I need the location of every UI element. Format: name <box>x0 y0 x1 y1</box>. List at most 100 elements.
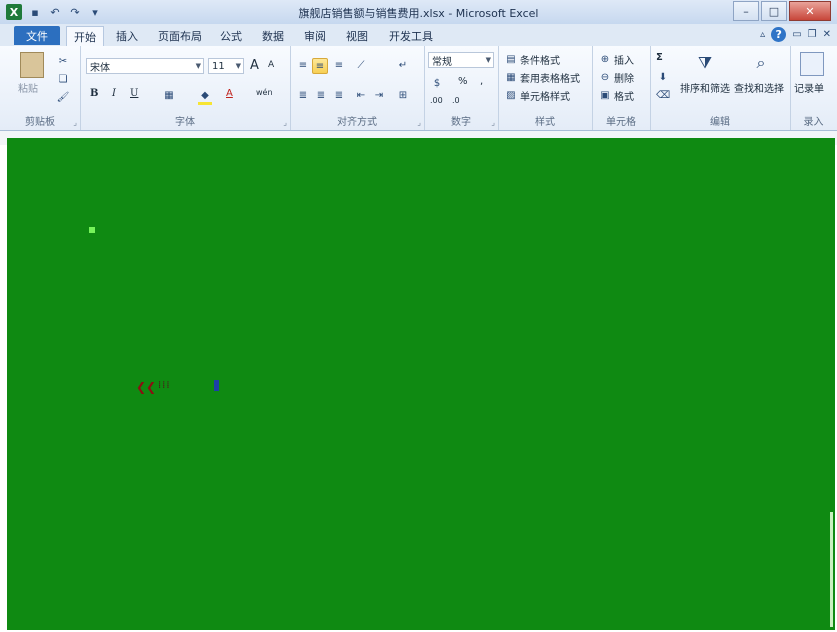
maximize-button[interactable]: □ <box>761 1 787 21</box>
align-middle-icon[interactable]: ≡ <box>312 58 328 74</box>
fill-icon[interactable]: ⬇ <box>656 70 670 84</box>
tab-home[interactable]: 开始 <box>66 26 104 46</box>
cell-styles-button[interactable]: ▨ 单元格样式 <box>504 88 570 103</box>
artifact-blue-mark <box>214 380 219 391</box>
table-icon: ▦ <box>506 72 516 83</box>
form-icon[interactable] <box>800 52 824 76</box>
format-painter-icon[interactable]: 🖌 <box>56 90 70 104</box>
artifact-dots: ⁞⁞⁞ <box>158 380 171 391</box>
font-name-select[interactable]: 宋体 ▼ <box>86 58 204 74</box>
conditional-format-button[interactable]: ▤ 条件格式 <box>504 52 560 67</box>
form-button[interactable]: 记录单 <box>794 80 824 95</box>
italic-button[interactable]: I <box>112 88 116 99</box>
insert-cells-button[interactable]: ⊕ 插入 <box>598 52 634 67</box>
bold-button[interactable]: B <box>90 88 98 99</box>
align-center-icon[interactable]: ≣ <box>314 88 328 102</box>
paste-button[interactable] <box>20 52 44 78</box>
delete-label: 删除 <box>614 74 634 85</box>
font-color-button[interactable]: A <box>226 88 233 99</box>
merge-center-icon[interactable]: ⊞ <box>396 88 410 102</box>
shrink-font-button[interactable]: A <box>268 60 274 70</box>
window-controls: – □ ✕ <box>733 1 831 21</box>
editing-group-label: 编辑 <box>710 117 730 128</box>
tab-review[interactable]: 审阅 <box>300 26 330 45</box>
tab-view[interactable]: 视图 <box>342 26 372 45</box>
orientation-icon[interactable]: ⟋ <box>354 58 368 72</box>
styles-group-label: 样式 <box>535 117 555 128</box>
clear-icon[interactable]: ⌫ <box>656 88 670 102</box>
decrease-indent-icon[interactable]: ⇤ <box>354 88 368 102</box>
phonetic-button[interactable]: wén <box>256 88 273 97</box>
ribbon: 粘贴 ✂ ❏ 🖌 剪贴板 ⌟ 宋体 ▼ 11 ▼ A A B I U ▦ ◆ A w… <box>0 46 837 131</box>
close-button[interactable]: ✕ <box>789 1 831 21</box>
increase-decimal-button[interactable]: .00 <box>430 96 443 105</box>
selection-marker <box>89 227 95 233</box>
tab-developer[interactable]: 开发工具 <box>384 26 438 45</box>
align-top-icon[interactable]: ≡ <box>296 58 310 72</box>
record-group-label: 录入 <box>803 117 824 128</box>
group-styles: ▤ 条件格式 ▦ 套用表格格式 ▨ 单元格样式 样式 <box>498 46 593 130</box>
group-number: 常规 ▼ $ % , .00 .0 数字 ⌟ <box>424 46 499 130</box>
tab-page-layout[interactable]: 页面布局 <box>152 26 208 45</box>
insert-icon: ⊕ <box>600 54 610 65</box>
paste-label: 粘贴 <box>18 84 38 95</box>
align-right-icon[interactable]: ≣ <box>332 88 346 102</box>
number-launcher-icon[interactable]: ⌟ <box>491 118 495 127</box>
help-icon[interactable]: ? <box>771 27 787 42</box>
number-format-select[interactable]: 常规 ▼ <box>428 52 494 68</box>
font-group-label: 字体 <box>175 117 195 128</box>
underline-button[interactable]: U <box>130 88 138 99</box>
sort-filter-button[interactable]: 排序和筛选 <box>680 80 730 95</box>
format-as-table-button[interactable]: ▦ 套用表格格式 <box>504 70 580 85</box>
clipboard-launcher-icon[interactable]: ⌟ <box>73 118 77 127</box>
sort-filter-icon[interactable]: ⧩ <box>694 52 716 74</box>
workbook-minimize-icon[interactable]: ▭ <box>792 29 801 40</box>
tab-formulas[interactable]: 公式 <box>216 26 246 45</box>
font-name-value: 宋体 <box>90 62 110 74</box>
font-size-select[interactable]: 11 ▼ <box>208 58 244 74</box>
number-format-value: 常规 <box>432 56 452 68</box>
conditional-format-label: 条件格式 <box>520 56 560 67</box>
delete-cells-button[interactable]: ⊖ 删除 <box>598 70 634 85</box>
delete-icon: ⊖ <box>600 72 610 83</box>
minimize-button[interactable]: – <box>733 1 759 21</box>
copy-icon[interactable]: ❏ <box>56 72 70 86</box>
wrap-text-icon[interactable]: ↵ <box>396 58 410 72</box>
increase-indent-icon[interactable]: ⇥ <box>372 88 386 102</box>
percent-button[interactable]: % <box>458 76 468 87</box>
comma-button[interactable]: , <box>480 76 483 87</box>
tab-file[interactable]: 文件 <box>14 26 60 45</box>
workbook-close-icon[interactable]: ✕ <box>823 29 831 40</box>
autosum-button[interactable]: Σ <box>656 52 663 63</box>
decrease-decimal-button[interactable]: .0 <box>452 96 460 105</box>
cut-icon[interactable]: ✂ <box>56 54 70 68</box>
worksheet-area[interactable] <box>7 138 835 630</box>
binoculars-icon[interactable]: ⌕ <box>750 52 772 74</box>
minimize-ribbon-icon[interactable]: ▵ <box>760 29 765 40</box>
font-launcher-icon[interactable]: ⌟ <box>283 118 287 127</box>
vertical-scrollbar[interactable] <box>830 512 833 627</box>
align-bottom-icon[interactable]: ≡ <box>332 58 346 72</box>
fill-color-icon[interactable]: ◆ <box>198 88 212 105</box>
ribbon-tabs: 文件 开始 插入 页面布局 公式 数据 审阅 视图 开发工具 ▵ ? ▭ ❐ ✕ <box>0 24 837 47</box>
grow-font-button[interactable]: A <box>250 58 259 73</box>
format-cells-button[interactable]: ▣ 格式 <box>598 88 634 103</box>
group-record: 记录单 录入 <box>790 46 837 130</box>
find-select-button[interactable]: 查找和选择 <box>734 80 784 95</box>
title-bar: X ▪ ↶ ↷ ▾ 旗舰店销售额与销售费用.xlsx - Microsoft E… <box>0 0 837 25</box>
alignment-launcher-icon[interactable]: ⌟ <box>417 118 421 127</box>
workbook-restore-icon[interactable]: ❐ <box>808 29 817 40</box>
tab-data[interactable]: 数据 <box>258 26 288 45</box>
clipboard-group-label: 剪贴板 <box>25 117 55 128</box>
alignment-group-label: 对齐方式 <box>337 117 377 128</box>
border-icon[interactable]: ▦ <box>162 88 176 102</box>
conditional-format-icon: ▤ <box>506 54 516 65</box>
font-size-value: 11 <box>212 60 225 72</box>
group-cells: ⊕ 插入 ⊖ 删除 ▣ 格式 单元格 <box>592 46 651 130</box>
group-clipboard: 粘贴 ✂ ❏ 🖌 剪贴板 ⌟ <box>0 46 81 130</box>
tab-insert[interactable]: 插入 <box>110 26 144 45</box>
accounting-format-icon[interactable]: $ <box>430 76 444 90</box>
format-label: 格式 <box>614 92 634 103</box>
align-left-icon[interactable]: ≣ <box>296 88 310 102</box>
window-title: 旗舰店销售额与销售费用.xlsx - Microsoft Excel <box>298 7 539 20</box>
